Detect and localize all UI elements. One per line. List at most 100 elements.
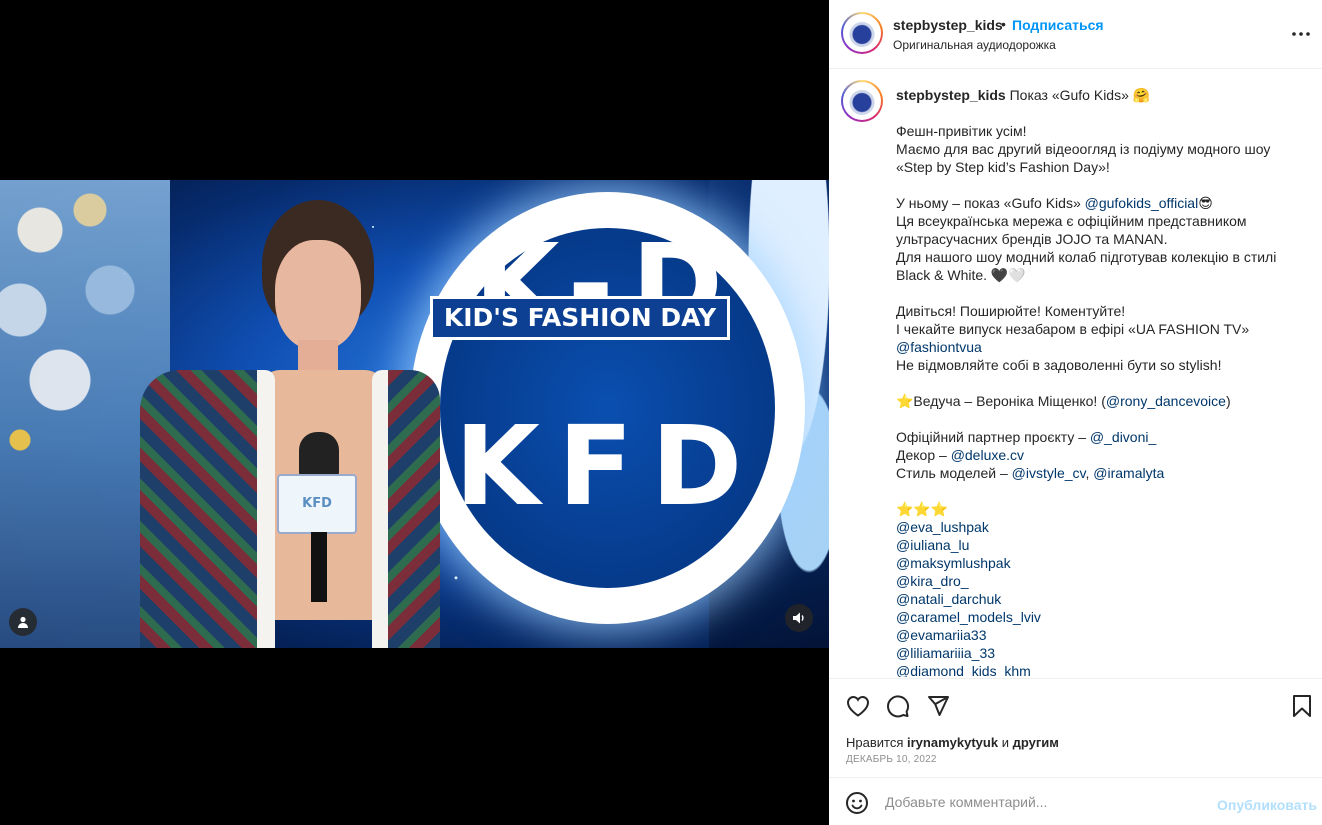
presenter: KFD [140,200,440,648]
mention-link[interactable]: @gufokids_official [1085,195,1199,211]
mention-link[interactable]: @rony_dancevoice [1106,393,1226,409]
mention-link[interactable]: @ivstyle_cv [1012,465,1086,481]
mention-link[interactable]: @diamond_kids_khm [896,663,1031,677]
caption-line-text[interactable]: ⭐Ведуча – Вероніка Міщенко! (@rony_dance… [896,393,1231,409]
comment-input[interactable] [885,788,1205,816]
caption-line-text: Показ «Gufo Kids» 🤗 [1009,87,1151,103]
audio-track-link[interactable]: Оригинальная аудиодорожка [893,38,1056,52]
mention-link[interactable]: @natali_darchuk [896,591,1001,607]
share-button[interactable] [925,693,951,719]
caption-line: Офіційний партнер проєкту – @_divoni_ [896,428,1306,446]
caption-line-text[interactable]: @liliamariiia_33 [896,645,995,661]
caption-line: ультрасучасних брендів JOJO та MANAN. [896,230,1306,248]
caption-line: @evamariia33 [896,626,1306,644]
mention-link[interactable]: @iramalyta [1093,465,1164,481]
video-frame[interactable]: K-D KID'S FASHION DAY KFD KFD [0,180,829,648]
caption-line-text[interactable]: У ньому – показ «Gufo Kids» @gufokids_of… [896,195,1213,211]
comment-icon [887,695,910,718]
caption-line: Black & White. 🖤🤍 [896,266,1306,284]
caption-scroll-area[interactable]: stepbystep_kids Показ «Gufo Kids» 🤗 Фешн-… [829,70,1322,677]
caption-line-text[interactable]: @iuliana_lu [896,537,969,553]
caption-username[interactable]: stepbystep_kids [896,87,1006,103]
more-options-button[interactable] [1289,22,1313,46]
mention-link[interactable]: @evamariia33 [896,627,986,643]
bookmark-icon [1293,695,1311,717]
caption-line-text: Black & White. 🖤🤍 [896,267,1026,283]
send-icon [928,696,949,716]
caption-line-text: ультрасучасних брендів JOJO та MANAN. [896,231,1168,247]
video-pane[interactable]: K-D KID'S FASHION DAY KFD KFD [0,0,829,825]
save-button[interactable] [1289,693,1315,719]
caption-author-avatar[interactable] [841,80,883,122]
caption-line-text: І чекайте випуск незабаром в ефірі «UA F… [896,321,1250,337]
caption-line-text: ⭐⭐⭐ [896,501,949,517]
mention-link[interactable]: @maksymlushpak [896,555,1011,571]
caption-line-text: Маємо для вас другий відеоогляд із подіу… [896,141,1271,157]
post-panel: stepbystep_kids • Подписаться Оригинальн… [829,0,1322,825]
microphone: KFD [277,432,357,602]
speaker-icon [793,612,804,624]
caption-line: @maksymlushpak [896,554,1306,572]
mention-link[interactable]: @_divoni_ [1090,429,1156,445]
caption-line-text[interactable]: @maksymlushpak [896,555,1011,571]
caption-line-text: «Step by Step kid’s Fashion Day»! [896,159,1110,175]
user-tags-button[interactable] [9,608,37,636]
caption-line: Фешн-привітик усім! [896,122,1306,140]
comment-button[interactable] [885,693,911,719]
caption-line: @natali_darchuk [896,590,1306,608]
caption-line: Не відмовляйте собі в задоволенні бути s… [896,356,1306,374]
caption-line [896,374,1306,392]
caption-line: Стиль моделей – @ivstyle_cv, @iramalyta [896,464,1306,482]
avatar-image [843,82,881,120]
caption-line-text[interactable]: Стиль моделей – @ivstyle_cv, @iramalyta [896,465,1164,481]
caption-line-text[interactable]: @evamariia33 [896,627,986,643]
microphone-handle [311,532,327,602]
follow-button[interactable]: Подписаться [1012,17,1104,33]
mute-button[interactable] [785,604,813,632]
brand-logo [847,86,877,116]
presenter-shawl-left [140,370,275,648]
post-date[interactable]: ДЕКАБРЬ 10, 2022 [846,754,937,765]
caption-line: У ньому – показ «Gufo Kids» @gufokids_of… [896,194,1306,212]
more-horizontal-icon [1292,32,1310,36]
author-username[interactable]: stepbystep_kids [893,17,1003,33]
caption-line-text: Для нашого шоу модний колаб підготував к… [896,249,1277,265]
mention-link[interactable]: @deluxe.cv [951,447,1024,463]
mention-link[interactable]: @fashiontvua [896,339,982,355]
caption-line: @fashiontvua [896,338,1306,356]
caption-line-text[interactable]: @fashiontvua [896,339,982,355]
caption-line [896,104,1306,122]
caption-line-text[interactable]: @kira_dro_ [896,573,969,589]
likes-others-link[interactable]: другим [1013,735,1059,750]
caption-line: ⭐Ведуча – Вероніка Міщенко! (@rony_dance… [896,392,1306,410]
smiley-icon[interactable] [845,791,869,815]
like-button[interactable] [845,693,871,719]
caption-line: Маємо для вас другий відеоогляд із подіу… [896,140,1306,158]
caption-line [896,482,1306,500]
liked-by-user[interactable]: irynamykytyuk [907,735,998,750]
author-avatar[interactable] [841,12,883,54]
microphone-head [299,432,339,480]
caption-line: Декор – @deluxe.cv [896,446,1306,464]
mention-link[interactable]: @kira_dro_ [896,573,969,589]
caption-line: @kira_dro_ [896,572,1306,590]
presenter-shawl-right [372,370,440,648]
screen-logo: K-D KID'S FASHION DAY KFD [410,192,805,624]
mention-link[interactable]: @eva_lushpak [896,519,989,535]
mention-link[interactable]: @caramel_models_lviv [896,609,1041,625]
brand-logo [847,18,877,48]
caption-line-text[interactable]: Офіційний партнер проєкту – @_divoni_ [896,429,1156,445]
post-header: stepbystep_kids • Подписаться Оригинальн… [829,0,1322,69]
logo-band: KID'S FASHION DAY [430,296,730,340]
mention-link[interactable]: @iuliana_lu [896,537,969,553]
caption-line-text[interactable]: @diamond_kids_khm [896,663,1031,677]
caption-line-text[interactable]: @natali_darchuk [896,591,1001,607]
publish-button[interactable]: Опубликовать [1217,797,1317,813]
mention-link[interactable]: @liliamariiia_33 [896,645,995,661]
caption-line-text[interactable]: @eva_lushpak [896,519,989,535]
caption-line-text: Ця всеукраїнська мережа є офіційним пред… [896,213,1247,229]
caption-line-text[interactable]: @caramel_models_lviv [896,609,1041,625]
caption-line-text: Не відмовляйте собі в задоволенні бути s… [896,357,1222,373]
caption-line-text: Фешн-привітик усім! [896,123,1027,139]
caption-line-text[interactable]: Декор – @deluxe.cv [896,447,1024,463]
